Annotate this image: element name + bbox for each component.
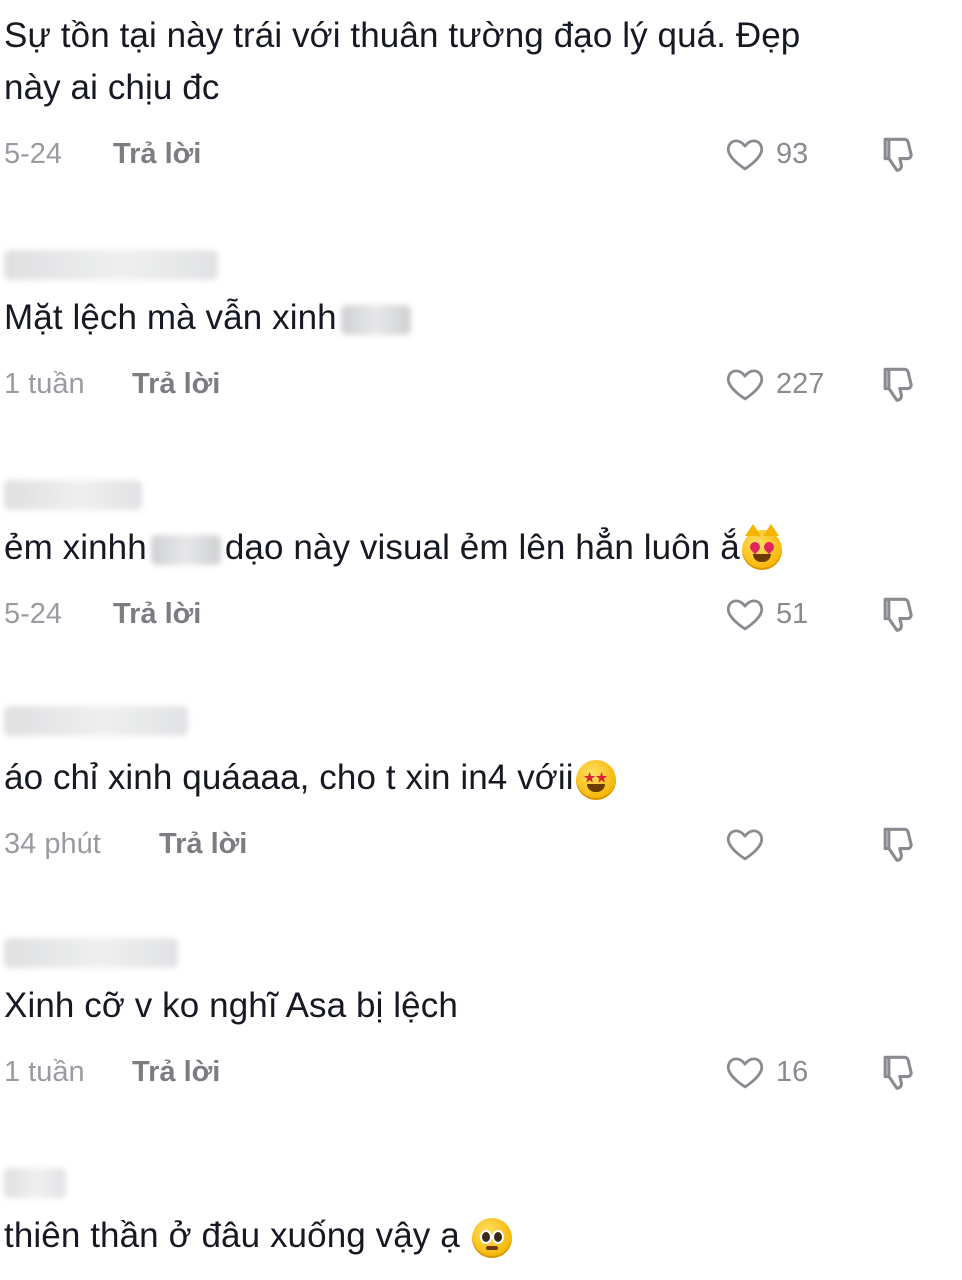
like-button[interactable]: 93 [724, 132, 844, 176]
heart-eyes-cat-emoji [741, 523, 782, 570]
pleading-face-emoji [471, 1217, 512, 1258]
thumbs-down-icon [883, 1055, 913, 1090]
like-button[interactable] [724, 822, 844, 866]
reply-button[interactable]: Trả lời [132, 364, 220, 404]
reply-button[interactable]: Trả lời [113, 594, 201, 634]
comment-timestamp: 5-24 [4, 138, 63, 170]
username-blurred[interactable] [4, 938, 178, 968]
comment-text-content: ẻm xinhh [4, 528, 147, 567]
username-blurred[interactable] [4, 706, 188, 736]
blurred-content [150, 534, 221, 565]
thumbs-down-icon [883, 367, 913, 402]
reply-button[interactable]: Trả lời [132, 1052, 220, 1092]
comment-text: áo chỉ xinh quáaaa, cho t xin in4 vớii [4, 752, 616, 804]
heart-icon [726, 1057, 764, 1089]
heart-icon [726, 369, 764, 401]
thumbs-down-icon [883, 597, 913, 632]
like-count: 51 [776, 597, 809, 630]
like-count: 93 [776, 137, 809, 170]
comment-text-content: áo chỉ xinh quáaaa, cho t xin in4 vớii [4, 758, 574, 797]
comment-text-content: thiên thần ở đâu xuống vậy ạ [4, 1216, 460, 1255]
username-blurred[interactable] [4, 250, 218, 280]
comment-text: thiên thần ở đâu xuống vậy ạ [4, 1210, 512, 1262]
like-count: 16 [776, 1055, 809, 1088]
like-count: 227 [776, 367, 825, 400]
dislike-button[interactable] [876, 1050, 922, 1096]
reply-button[interactable]: Trả lời [113, 134, 201, 174]
blurred-content [340, 304, 411, 335]
like-button[interactable]: 51 [724, 592, 844, 636]
comment-text-content: Mặt lệch mà vẫn xinh [4, 298, 337, 337]
star-struck-emoji [575, 759, 616, 800]
comment-timestamp: 1 tuần [4, 368, 85, 400]
dislike-button[interactable] [876, 822, 922, 868]
comment-timestamp: 5-24 [4, 598, 63, 630]
comment-text: này ai chịu đc [4, 68, 220, 107]
dislike-button[interactable] [876, 132, 922, 178]
comment-text: Mặt lệch mà vẫn xinh [4, 292, 415, 344]
comment-timestamp: 34 phút [4, 828, 101, 860]
heart-icon [726, 139, 764, 171]
username-blurred[interactable] [4, 480, 142, 510]
comment-text: ẻm xinhh dạo này visual ẻm lên hẳn luôn ắ [4, 522, 782, 574]
comment-text: Sự tồn tại này trái với thuân tường đạo … [4, 16, 801, 55]
like-button[interactable]: 227 [724, 362, 844, 406]
thumbs-down-icon [883, 137, 913, 172]
reply-button[interactable]: Trả lời [159, 824, 247, 864]
like-button[interactable]: 16 [724, 1050, 844, 1094]
comment-text-content: dạo này visual ẻm lên hẳn luôn ắ [224, 528, 740, 567]
heart-icon [726, 599, 764, 631]
dislike-button[interactable] [876, 592, 922, 638]
thumbs-down-icon [883, 827, 913, 862]
heart-icon [726, 829, 764, 861]
comment-text: Xinh cỡ v ko nghĩ Asa bị lệch [4, 986, 458, 1025]
comment-timestamp: 1 tuần [4, 1056, 85, 1088]
dislike-button[interactable] [876, 362, 922, 408]
username-blurred[interactable] [4, 1168, 66, 1198]
